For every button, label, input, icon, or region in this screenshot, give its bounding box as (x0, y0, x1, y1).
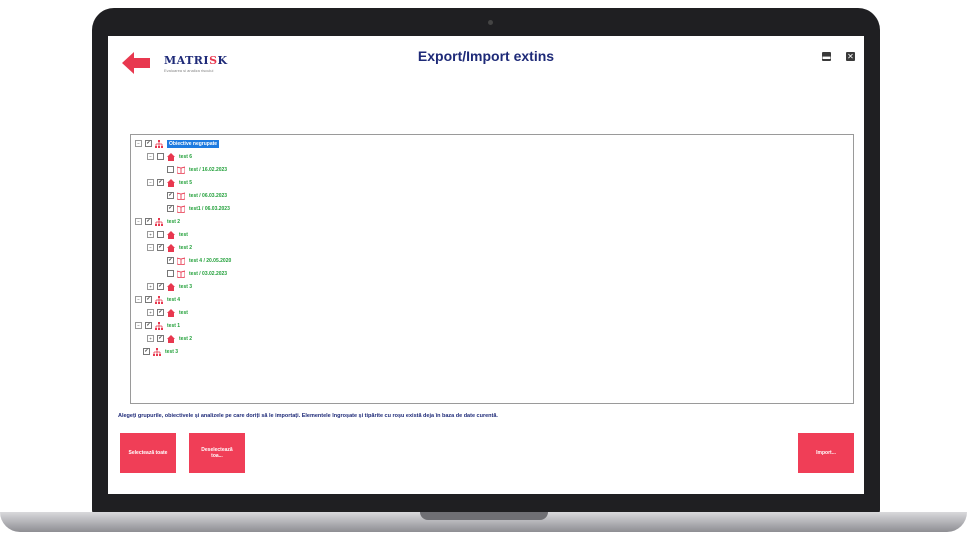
close-button[interactable]: ✕ (846, 52, 855, 61)
page-title: Export/Import extins (417, 48, 555, 64)
tree-row[interactable]: test / 16.02.2023 (159, 164, 227, 175)
tree-label[interactable]: test 4 / 20.05.2020 (189, 258, 231, 264)
tree-label[interactable]: test 3 (165, 349, 178, 355)
tree-row[interactable]: − ✓ test 1 (135, 320, 180, 331)
tree-checkbox[interactable]: ✓ (167, 257, 174, 264)
sitemap-icon (155, 139, 163, 148)
tree-checkbox[interactable]: ✓ (157, 309, 164, 316)
tree-label[interactable]: test 1 (167, 323, 180, 329)
tree-checkbox[interactable]: ✓ (167, 205, 174, 212)
import-tree[interactable]: − ✓ Obiective negrupate − test 6 test / 16.02… (130, 134, 854, 404)
tree-label[interactable]: test 2 (179, 245, 192, 251)
home-icon (167, 243, 175, 252)
expand-toggle-icon[interactable]: + (147, 335, 154, 342)
tree-checkbox[interactable] (157, 153, 164, 160)
sitemap-icon (155, 321, 163, 330)
laptop-notch (420, 512, 548, 520)
tree-checkbox[interactable]: ✓ (145, 218, 152, 225)
tree-row[interactable]: − ✓ Obiective negrupate (135, 138, 220, 149)
instructions-text: Alegeți grupurile, obiectivele și analiz… (118, 413, 498, 419)
tree-row[interactable]: + ✓ test (147, 307, 188, 318)
tree-checkbox[interactable] (167, 166, 174, 173)
tree-label[interactable]: test1 / 06.03.2023 (189, 206, 230, 212)
collapse-toggle-icon[interactable]: − (147, 179, 154, 186)
select-all-button[interactable]: Selectează toate (120, 433, 176, 473)
book-icon (176, 256, 186, 265)
tree-row[interactable]: + ✓ test 3 (147, 281, 192, 292)
tree-label[interactable]: test 6 (179, 154, 192, 160)
collapse-toggle-icon[interactable]: − (135, 218, 142, 225)
tree-label[interactable]: test 5 (179, 180, 192, 186)
minimize-button[interactable]: ▬ (822, 52, 831, 61)
tree-checkbox[interactable]: ✓ (143, 348, 150, 355)
tree-label[interactable]: test 2 (167, 219, 180, 225)
tree-label[interactable]: test (179, 232, 188, 238)
tree-checkbox[interactable]: ✓ (145, 322, 152, 329)
tree-connector (159, 206, 164, 211)
tree-connector (159, 271, 164, 276)
tree-checkbox[interactable]: ✓ (167, 192, 174, 199)
tree-row[interactable]: − ✓ test 2 (135, 216, 180, 227)
tree-checkbox[interactable]: ✓ (157, 179, 164, 186)
tree-row[interactable]: + ✓ test 2 (147, 333, 192, 344)
expand-toggle-icon[interactable]: + (147, 231, 154, 238)
tree-row[interactable]: − ✓ test 2 (147, 242, 192, 253)
tree-label[interactable]: test / 03.02.2023 (189, 271, 227, 277)
book-icon (176, 191, 186, 200)
collapse-toggle-icon[interactable]: − (135, 296, 142, 303)
expand-toggle-icon[interactable]: + (147, 309, 154, 316)
book-icon (176, 204, 186, 213)
book-icon (176, 165, 186, 174)
collapse-toggle-icon[interactable]: − (135, 322, 142, 329)
sitemap-icon (155, 217, 163, 226)
tree-checkbox[interactable]: ✓ (157, 335, 164, 342)
home-icon (167, 178, 175, 187)
book-icon (176, 269, 186, 278)
expand-toggle-icon[interactable]: + (147, 283, 154, 290)
home-icon (167, 282, 175, 291)
tree-checkbox[interactable] (167, 270, 174, 277)
tree-checkbox[interactable]: ✓ (145, 140, 152, 147)
tree-label[interactable]: test 2 (179, 336, 192, 342)
tree-connector (135, 349, 140, 354)
collapse-toggle-icon[interactable]: − (135, 140, 142, 147)
tree-row[interactable]: ✓ test / 06.03.2023 (159, 190, 227, 201)
tree-label[interactable]: test 4 (167, 297, 180, 303)
deselect-all-button[interactable]: Deselectează toa... (189, 433, 245, 473)
tree-connector (159, 193, 164, 198)
home-icon (167, 308, 175, 317)
tree-connector (159, 258, 164, 263)
camera-dot (488, 20, 493, 25)
app-window: MATRISK Evaluarea si analiza riscului Ex… (108, 36, 864, 494)
tree-checkbox[interactable]: ✓ (157, 244, 164, 251)
tree-connector (159, 167, 164, 172)
import-button[interactable]: Import... (798, 433, 854, 473)
tree-label[interactable]: test 3 (179, 284, 192, 290)
tree-label[interactable]: test / 06.03.2023 (189, 193, 227, 199)
collapse-toggle-icon[interactable]: − (147, 153, 154, 160)
tree-label[interactable]: test / 16.02.2023 (189, 167, 227, 173)
collapse-toggle-icon[interactable]: − (147, 244, 154, 251)
sitemap-icon (153, 347, 161, 356)
tree-checkbox[interactable] (157, 231, 164, 238)
tree-row[interactable]: ✓ test 3 (135, 346, 178, 357)
tree-row[interactable]: ✓ test1 / 06.03.2023 (159, 203, 230, 214)
home-icon (167, 334, 175, 343)
tree-row[interactable]: − ✓ test 4 (135, 294, 180, 305)
tree-row[interactable]: ✓ test 4 / 20.05.2020 (159, 255, 231, 266)
tree-row[interactable]: test / 03.02.2023 (159, 268, 227, 279)
sitemap-icon (155, 295, 163, 304)
tree-checkbox[interactable]: ✓ (157, 283, 164, 290)
home-icon (167, 152, 175, 161)
tree-label[interactable]: Obiective negrupate (167, 139, 220, 148)
tree-checkbox[interactable]: ✓ (145, 296, 152, 303)
tree-row[interactable]: − test 6 (147, 151, 192, 162)
home-icon (167, 230, 175, 239)
tree-row[interactable]: − ✓ test 5 (147, 177, 192, 188)
tree-label[interactable]: test (179, 310, 188, 316)
tree-row[interactable]: + test (147, 229, 188, 240)
